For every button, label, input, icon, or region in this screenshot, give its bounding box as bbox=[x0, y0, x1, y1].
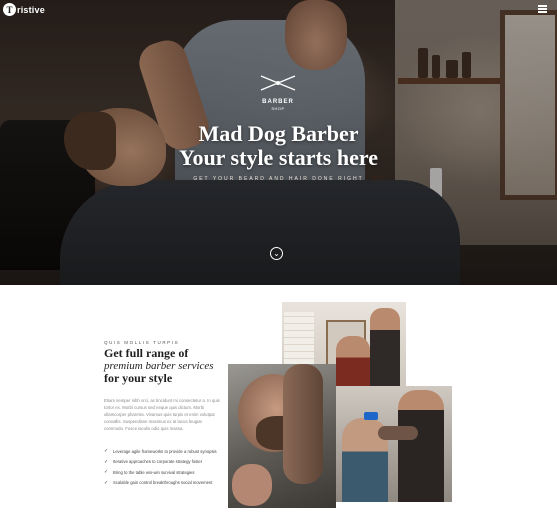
chevron-down-icon: ⌄ bbox=[273, 249, 280, 258]
feature-text: Iterative approaches to corporate strate… bbox=[113, 459, 203, 465]
check-icon: ✓ bbox=[104, 458, 109, 465]
feature-list: ✓ Leverage agile frameworks to provide a… bbox=[104, 446, 234, 488]
emblem-title: BARBER bbox=[262, 99, 294, 105]
site-logo[interactable]: T ristive bbox=[3, 3, 45, 16]
check-icon: ✓ bbox=[104, 479, 109, 486]
hero-section: BARBER SHOP Mad Dog Barber Your style st… bbox=[0, 0, 557, 285]
scissors-razor-icon bbox=[260, 75, 296, 91]
feature-text: Bring to the table win-win survival stra… bbox=[113, 469, 195, 475]
section-heading: Get full range of premium barber service… bbox=[104, 347, 234, 385]
hero-subtitle: GET YOUR BEARD AND HAIR DONE RIGHT bbox=[193, 176, 364, 182]
barber-shop-emblem: BARBER SHOP bbox=[255, 72, 301, 111]
check-icon: ✓ bbox=[104, 448, 109, 455]
feature-item: ✓ Scalable gain control breakthroughs so… bbox=[104, 478, 234, 489]
hero-title-line-1: Mad Dog Barber bbox=[198, 121, 359, 146]
heading-line-3: for your style bbox=[104, 371, 173, 385]
haircut-photo bbox=[336, 386, 452, 502]
hamburger-menu-icon[interactable] bbox=[538, 5, 547, 13]
feature-text: Scalable gain control breakthroughs soci… bbox=[113, 480, 213, 486]
feature-text: Leverage agile frameworks to provide a r… bbox=[113, 448, 217, 454]
logo-mark-icon: T bbox=[3, 3, 16, 16]
feature-item: ✓ Leverage agile frameworks to provide a… bbox=[104, 446, 234, 457]
beard-trim-photo bbox=[228, 364, 336, 508]
feature-item: ✓ Bring to the table win-win survival st… bbox=[104, 467, 234, 478]
feature-item: ✓ Iterative approaches to corporate stra… bbox=[104, 457, 234, 468]
check-icon: ✓ bbox=[104, 469, 109, 476]
scroll-down-button[interactable]: ⌄ bbox=[270, 247, 283, 260]
logo-text: ristive bbox=[17, 4, 45, 15]
hero-title-line-2: Your style starts here bbox=[179, 145, 378, 170]
emblem-subtitle: SHOP bbox=[271, 106, 285, 111]
heading-line-1: Get full range of bbox=[104, 346, 189, 360]
section-body: Etiam semper nibh orci, ac tincidunt mi … bbox=[104, 398, 220, 431]
section-eyebrow: QUIS MOLLIS TURPIS bbox=[104, 340, 180, 345]
